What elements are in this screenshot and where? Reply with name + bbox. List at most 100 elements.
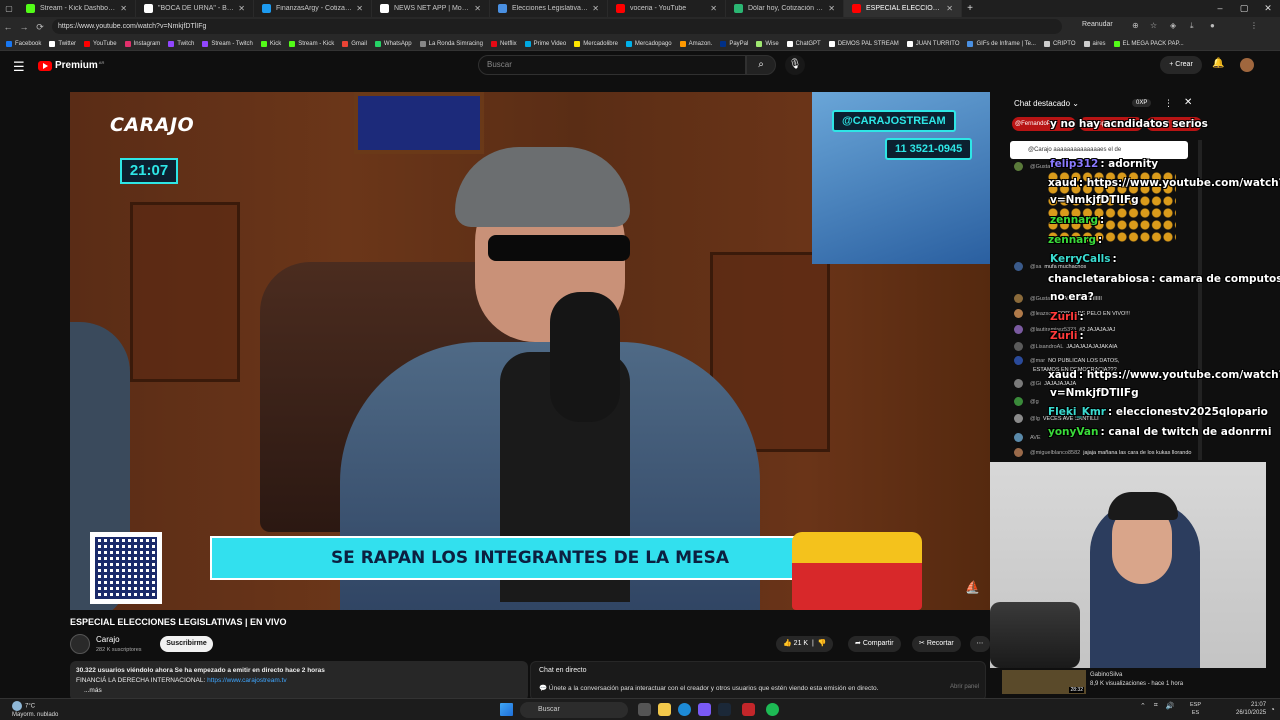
app-icon[interactable] <box>698 703 711 716</box>
browser-menu-icon[interactable]: ⋮ <box>1250 21 1258 30</box>
bookmark-item[interactable]: Prime Video <box>524 40 566 47</box>
notifications-bell-icon[interactable]: 🔔 <box>1212 58 1224 69</box>
tab-close-icon[interactable]: ✕ <box>474 4 481 13</box>
maximize-button[interactable]: ▢ <box>1232 0 1256 17</box>
chat-menu-icon[interactable]: ⋮ <box>1164 98 1173 109</box>
bookmark-item[interactable]: EL MEGA PACK PAP... <box>1113 40 1184 47</box>
channel-name[interactable]: Carajo <box>96 635 120 644</box>
browser-tab[interactable]: Elecciones Legislativas 2025 ✕ <box>490 0 608 17</box>
clock[interactable]: 21:07 26/10/2025 <box>1236 701 1266 717</box>
related-video-meta[interactable]: GabinoSilva 8,9 K visualizaciones - hace… <box>1090 671 1183 689</box>
bookmark-item[interactable]: Wise <box>756 40 779 47</box>
related-video-thumbnail[interactable]: 28:32 <box>1002 670 1086 694</box>
bookmark-item[interactable]: Twitter <box>49 40 76 47</box>
xp-badge[interactable]: 0XP <box>1132 99 1152 107</box>
chat-close-icon[interactable]: ✕ <box>1184 97 1192 108</box>
bookmark-item[interactable]: Stream - Twitch <box>202 40 253 47</box>
downloads-icon[interactable]: ⤓ <box>1190 21 1194 31</box>
language-indicator[interactable]: ESP ES <box>1190 701 1201 717</box>
thumbs-down-icon[interactable]: 👎 <box>818 640 827 647</box>
chat-title[interactable]: Chat destacado ⌄ <box>1014 99 1079 108</box>
browser-tab[interactable]: Dólar hoy, Cotización del dólar | ✕ <box>726 0 844 17</box>
minimize-button[interactable]: – <box>1208 0 1232 17</box>
like-button[interactable]: 👍 21 K | 👎 <box>776 636 834 652</box>
url-field[interactable]: https://www.youtube.com/watch?v=NmkjfDTl… <box>52 19 1062 34</box>
browser-tab[interactable]: Stream - Kick Dashboard ✕ <box>18 0 136 17</box>
bookmark-item[interactable]: Kick <box>260 40 281 47</box>
bookmark-item[interactable]: Instagram <box>124 40 160 47</box>
search-button[interactable]: ⌕ <box>746 55 776 75</box>
bookmark-item[interactable]: WhatsApp <box>374 40 412 47</box>
resume-button[interactable]: Reanudar <box>1082 21 1113 28</box>
volume-icon[interactable]: 🔊 <box>1166 702 1175 710</box>
profile-icon[interactable]: ● <box>1210 21 1215 30</box>
bookmark-item[interactable]: Mercadolibre <box>574 40 618 47</box>
tab-close-icon[interactable]: ✕ <box>120 4 127 13</box>
zoom-icon[interactable]: ⊕ <box>1132 21 1139 30</box>
description-more[interactable]: ...más <box>76 686 522 696</box>
tab-close-icon[interactable]: ✕ <box>238 4 245 13</box>
bookmark-star-icon[interactable]: ☆ <box>1150 21 1157 30</box>
search-input[interactable]: Buscar <box>478 55 746 75</box>
bookmark-item[interactable]: Stream - Kick <box>289 40 334 47</box>
file-explorer-icon[interactable] <box>658 703 671 716</box>
create-button[interactable]: + Crear <box>1160 56 1202 74</box>
bookmark-item[interactable]: La Ronda Simracing <box>419 40 483 47</box>
menu-icon[interactable]: ☰ <box>13 59 25 75</box>
chat-message[interactable]: AVE <box>1014 433 1044 442</box>
notification-icon[interactable]: ◔ <box>1270 705 1275 714</box>
bookmark-item[interactable]: aires <box>1083 40 1106 47</box>
tab-actions-icon[interactable]: ▢ <box>0 4 18 13</box>
description-link[interactable]: https://www.carajostream.tv <box>207 677 286 684</box>
browser-tab[interactable]: ESPECIAL ELECCIONES LEGIS✕ <box>844 0 962 17</box>
clip-button[interactable]: ✂ Recortar <box>912 636 961 652</box>
bookmark-item[interactable]: Gmail <box>342 40 367 47</box>
reload-icon[interactable]: ⟳ <box>32 22 48 33</box>
tray-overflow-icon[interactable]: ⌃ <box>1140 702 1146 710</box>
chat-message[interactable]: @LisandroAL JAJAJAJAJAJAKAIA <box>1014 342 1117 351</box>
bookmark-item[interactable]: Twitch <box>168 40 194 47</box>
bookmark-item[interactable]: YouTube <box>84 40 117 47</box>
more-actions-button[interactable]: ⋯ <box>970 636 990 652</box>
tab-close-icon[interactable]: ✕ <box>356 4 363 13</box>
tab-close-icon[interactable]: ✕ <box>946 4 953 13</box>
user-avatar[interactable] <box>1240 58 1254 72</box>
streaming-app-icon[interactable] <box>742 703 755 716</box>
browser-tab[interactable]: "BOCA DE URNA" - Buscar / X✕ <box>136 0 254 17</box>
bookmark-item[interactable]: Amazon. <box>679 40 712 47</box>
subscribe-button[interactable]: Suscribirme <box>160 636 213 652</box>
video-player[interactable]: CARAJO 21:07 @CARAJOSTREAM 11 3521-0945 … <box>70 92 990 610</box>
video-description[interactable]: 30.322 usuarios viéndolo ahora Se ha emp… <box>70 661 528 701</box>
weather-widget[interactable]: 7°C Mayorm. nublado <box>12 701 58 719</box>
open-panel-button[interactable]: Abrir panel <box>950 684 979 690</box>
bookmark-item[interactable]: Netflix <box>490 40 517 47</box>
browser-tab[interactable]: FinanzasArgy - Cotizaciones en ti ✕ <box>254 0 372 17</box>
highlighted-message[interactable]: @Carajo aaaaaaaaaaaaaaes el de <box>1010 141 1188 159</box>
chat-message[interactable]: @g <box>1014 397 1042 406</box>
bookmark-item[interactable]: DEMOS PAL STREAM <box>828 40 899 47</box>
back-icon[interactable]: ← <box>0 22 16 32</box>
bookmark-item[interactable]: ChatGPT <box>786 40 821 47</box>
channel-avatar[interactable] <box>70 634 90 654</box>
extensions-icon[interactable]: ◈ <box>1170 21 1176 30</box>
close-window-button[interactable]: ✕ <box>1256 0 1280 17</box>
tab-close-icon[interactable]: ✕ <box>592 4 599 13</box>
browser-tab[interactable]: NEWS NET APP | Monitoreo de m ✕ <box>372 0 490 17</box>
edge-icon[interactable] <box>678 703 691 716</box>
bookmark-item[interactable]: JUAN TURRITO <box>906 40 959 47</box>
youtube-logo[interactable]: Premium AR <box>38 60 104 71</box>
share-button[interactable]: ➦ Compartir <box>848 636 901 652</box>
tab-close-icon[interactable]: ✕ <box>828 4 835 13</box>
chat-message[interactable]: @mar NO PUBLICAN LOS DATOS, <box>1014 356 1119 365</box>
voice-search-button[interactable]: 🎙 <box>785 55 805 75</box>
bookmark-item[interactable]: Mercadopago <box>625 40 672 47</box>
start-button[interactable] <box>500 703 513 716</box>
bookmark-item[interactable]: Facebook <box>6 40 41 47</box>
bookmark-item[interactable]: GIFs de Inframe | Te... <box>967 40 1036 47</box>
new-tab-button[interactable]: + <box>962 3 978 14</box>
tab-close-icon[interactable]: ✕ <box>710 4 717 13</box>
browser-tab[interactable]: voceria - YouTube ✕ <box>608 0 726 17</box>
network-icon[interactable]: ⌗ <box>1154 702 1158 710</box>
steam-icon[interactable] <box>718 703 731 716</box>
bookmark-item[interactable]: PayPal <box>720 40 748 47</box>
